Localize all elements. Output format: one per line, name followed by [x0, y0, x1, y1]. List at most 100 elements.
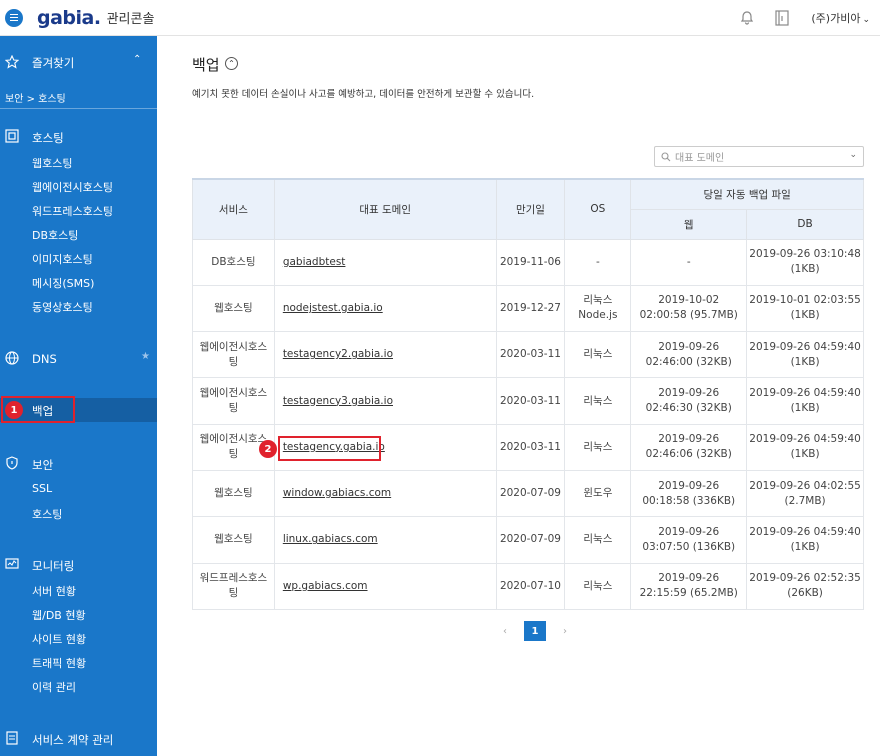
- cell-web-backup: 2019-09-26 02:46:06 (32KB): [630, 424, 748, 471]
- chevron-up-icon[interactable]: ⌃: [133, 54, 141, 65]
- domain-search-select[interactable]: 대표 도메인 ⌄: [654, 146, 864, 167]
- step-badge-1: 1: [5, 401, 23, 419]
- collapse-chevron-icon[interactable]: ⌃: [225, 57, 238, 70]
- cell-domain: window.gabiacs.com: [273, 470, 497, 518]
- col-header-os: OS: [564, 178, 632, 240]
- cell-expiry: 2020-07-09: [495, 516, 566, 564]
- sidebar: 즐겨찾기 ⌃ 보안 > 호스팅 호스팅 웹호스팅 웹에이전시호스팅 워드프레스호…: [0, 36, 157, 756]
- cell-db-backup: 2019-09-26 04:59:40 (1KB): [746, 424, 864, 471]
- shield-icon: [6, 456, 18, 470]
- col-header-web: 웹: [630, 208, 748, 240]
- sidebar-item-wordpress-hosting[interactable]: 워드프레스호스팅: [32, 203, 113, 219]
- monitor-icon: [5, 558, 19, 569]
- user-menu[interactable]: (주)가비아 ⌄: [811, 10, 870, 26]
- cell-os: -: [564, 239, 632, 286]
- page-button-current[interactable]: 1: [524, 621, 546, 641]
- star-icon: [5, 55, 19, 69]
- next-page-button[interactable]: ›: [554, 621, 576, 641]
- sidebar-favorites[interactable]: 즐겨찾기: [32, 55, 74, 71]
- cell-expiry: 2019-12-27: [495, 285, 566, 333]
- cell-domain: testagency2.gabia.io: [273, 331, 497, 379]
- col-header-expiry: 만기일: [495, 178, 566, 240]
- sidebar-item-security-hosting[interactable]: 호스팅: [32, 506, 62, 522]
- cell-expiry: 2020-07-10: [495, 563, 566, 610]
- cell-service: 웹에이전시호스팅: [192, 377, 275, 425]
- globe-icon: [5, 351, 19, 365]
- console-title: 관리콘솔: [106, 12, 155, 27]
- cell-expiry: 2020-03-11: [495, 377, 566, 425]
- sidebar-item-monitoring[interactable]: 모니터링: [32, 558, 74, 574]
- cell-os: 리눅스: [564, 563, 632, 610]
- cell-web-backup: 2019-09-26 22:15:59 (65.2MB): [630, 563, 748, 610]
- search-placeholder: 대표 도메인: [675, 153, 725, 164]
- cell-domain: testagency3.gabia.io: [273, 377, 497, 425]
- domain-link[interactable]: nodejstest.gabia.io: [283, 302, 383, 314]
- cell-db-backup: 2019-10-01 02:03:55 (1KB): [746, 285, 864, 333]
- cell-service: DB호스팅: [192, 239, 275, 286]
- cell-service: 웹호스팅: [192, 285, 275, 333]
- domain-link[interactable]: linux.gabiacs.com: [283, 533, 378, 545]
- table-row: 웹호스팅 linux.gabiacs.com 2020-07-09 리눅스 20…: [192, 516, 864, 564]
- chevron-down-icon: ⌄: [862, 15, 870, 25]
- sidebar-item-history[interactable]: 이력 관리: [32, 679, 76, 695]
- sidebar-item-webdb-status[interactable]: 웹/DB 현황: [32, 607, 86, 623]
- col-header-backup-group: 당일 자동 백업 파일: [630, 178, 864, 210]
- cell-web-backup: 2019-09-26 00:18:58 (336KB): [630, 470, 748, 518]
- menu-icon[interactable]: [5, 8, 23, 27]
- cell-os: 리눅스: [564, 331, 632, 379]
- highlight-box-step-2: [278, 436, 381, 461]
- table-row: DB호스팅 gabiadbtest 2019-11-06 - - 2019-09…: [192, 239, 864, 286]
- cell-expiry: 2020-03-11: [495, 331, 566, 379]
- search-icon: [661, 151, 671, 161]
- main-content: 백업 ⌃ 예기치 못한 데이터 손실이나 사고를 예방하고, 데이터를 안전하게…: [157, 36, 880, 756]
- bell-icon[interactable]: [739, 10, 755, 26]
- cell-db-backup: 2019-09-26 02:52:35 (26KB): [746, 563, 864, 610]
- sidebar-item-server-status[interactable]: 서버 현황: [32, 583, 76, 599]
- table-row: 워드프레스호스팅 wp.gabiacs.com 2020-07-10 리눅스 2…: [192, 563, 864, 610]
- cell-domain: nodejstest.gabia.io: [273, 285, 497, 333]
- sidebar-breadcrumb[interactable]: 보안 > 호스팅: [5, 90, 66, 105]
- cell-os: 리눅스: [564, 516, 632, 564]
- col-header-domain: 대표 도메인: [273, 178, 497, 240]
- sidebar-item-ssl[interactable]: SSL: [32, 482, 52, 495]
- cell-domain: gabiadbtest: [273, 239, 497, 286]
- sidebar-item-messaging[interactable]: 메시징(SMS): [32, 275, 94, 291]
- sidebar-item-traffic-status[interactable]: 트래픽 현황: [32, 655, 86, 671]
- sidebar-item-web-hosting[interactable]: 웹호스팅: [32, 155, 72, 171]
- cell-expiry: 2020-03-11: [495, 424, 566, 471]
- cell-web-backup: -: [630, 239, 748, 286]
- cell-domain: linux.gabiacs.com: [273, 516, 497, 564]
- sidebar-item-video-hosting[interactable]: 동영상호스팅: [32, 299, 93, 315]
- cell-service: 웹호스팅: [192, 516, 275, 564]
- pin-icon[interactable]: ★: [141, 351, 150, 362]
- cell-service: 워드프레스호스팅: [192, 563, 275, 610]
- domain-link[interactable]: wp.gabiacs.com: [283, 580, 368, 592]
- cell-web-backup: 2019-09-26 03:07:50 (136KB): [630, 516, 748, 564]
- prev-page-button[interactable]: ‹: [494, 621, 516, 641]
- sidebar-item-contracts[interactable]: 서비스 계약 관리: [32, 732, 113, 748]
- cell-domain: wp.gabiacs.com: [273, 563, 497, 610]
- domain-link[interactable]: gabiadbtest: [283, 256, 346, 268]
- table-row: 웹호스팅 window.gabiacs.com 2020-07-09 윈도우 2…: [192, 470, 864, 518]
- domain-link[interactable]: window.gabiacs.com: [283, 487, 391, 499]
- sidebar-item-agency-hosting[interactable]: 웹에이전시호스팅: [32, 179, 113, 195]
- domain-link[interactable]: testagency3.gabia.io: [283, 395, 393, 407]
- sidebar-item-db-hosting[interactable]: DB호스팅: [32, 227, 78, 243]
- sidebar-item-site-status[interactable]: 사이트 현황: [32, 631, 86, 647]
- sidebar-item-dns[interactable]: DNS: [32, 352, 57, 366]
- sidebar-item-security[interactable]: 보안: [32, 457, 53, 473]
- cell-service: 웹에이전시호스팅: [192, 331, 275, 379]
- cell-db-backup: 2019-09-26 03:10:48 (1KB): [746, 239, 864, 286]
- backup-table: 서비스 대표 도메인 만기일 OS 당일 자동 백업 파일 웹 DB DB호스팅…: [192, 178, 864, 610]
- cell-os: 리눅스 Node.js: [564, 285, 632, 333]
- col-header-service: 서비스: [192, 178, 275, 240]
- domain-link[interactable]: testagency2.gabia.io: [283, 348, 393, 360]
- book-icon[interactable]: [775, 10, 789, 26]
- pagination: ‹ 1 ›: [494, 621, 576, 641]
- gabia-logo[interactable]: gabia.: [37, 7, 101, 29]
- sidebar-item-hosting[interactable]: 호스팅: [32, 130, 64, 146]
- cell-service: 웹호스팅: [192, 470, 275, 518]
- top-bar: gabia. 관리콘솔 (주)가비아 ⌄: [0, 0, 880, 36]
- cell-expiry: 2020-07-09: [495, 470, 566, 518]
- sidebar-item-image-hosting[interactable]: 이미지호스팅: [32, 251, 93, 267]
